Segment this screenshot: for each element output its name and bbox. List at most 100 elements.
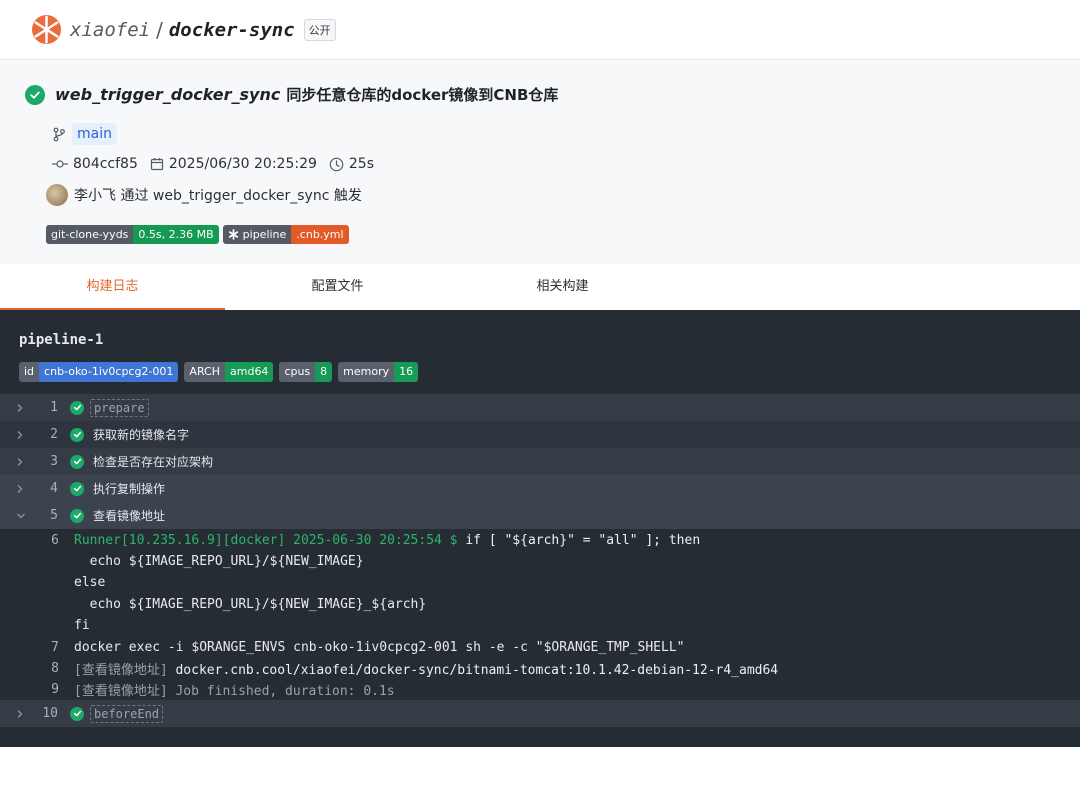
env-chip-id: id cnb-oko-1iv0cpcg2-001 (19, 362, 179, 382)
log-step-copy[interactable]: 4 执行复制操作 (0, 475, 1080, 502)
log-text: docker.cnb.cool/xiaofei/docker-sync/bitn… (175, 663, 779, 678)
datetime-meta: 2025/06/30 20:25:29 (150, 156, 317, 172)
step-name: 查看镜像地址 (93, 509, 166, 523)
build-duration: 25s (348, 156, 374, 172)
chevron-down-icon[interactable] (16, 512, 34, 520)
log-text: fi (74, 618, 90, 633)
line-number: 6 (51, 533, 59, 548)
step-name: beforeEnd (90, 704, 164, 723)
repo-header: xiaofei / docker-sync 公开 (0, 0, 1080, 60)
badge-key-text: pipeline (242, 228, 287, 241)
log-line: echo ${IMAGE_REPO_URL}/${NEW_IMAGE}_${ar… (0, 594, 1080, 615)
build-datetime: 2025/06/30 20:25:29 (168, 156, 317, 172)
step-number: 10 (42, 706, 58, 721)
success-check-icon (70, 400, 84, 415)
log-text: Job finished, duration: 0.1s (175, 684, 395, 699)
env-value: 16 (394, 362, 419, 382)
commit-meta: 804ccf85 (52, 156, 138, 172)
success-check-icon (70, 706, 84, 721)
log-text: if [ "${arch}" = "all" ]; then (465, 533, 701, 548)
build-info-panel: web_trigger_docker_sync 同步任意仓库的docker镜像到… (0, 60, 1080, 264)
step-number: 5 (50, 508, 58, 523)
line-number: 9 (51, 682, 59, 697)
tab-build-log[interactable]: 构建日志 (0, 264, 225, 310)
log-step-before-end[interactable]: 10 beforeEnd (0, 700, 1080, 727)
log-line: 9 [查看镜像地址] Job finished, duration: 0.1s (0, 679, 1080, 700)
log-text: echo ${IMAGE_REPO_URL}/${NEW_IMAGE} (74, 554, 364, 569)
success-check-icon (70, 427, 84, 442)
step-number: 1 (50, 400, 58, 415)
tab-related-builds[interactable]: 相关构建 (450, 264, 675, 310)
log-step-prefix: [查看镜像地址] (74, 663, 176, 678)
line-number: 8 (51, 661, 59, 676)
line-number: 7 (51, 640, 59, 655)
log-line: echo ${IMAGE_REPO_URL}/${NEW_IMAGE} (0, 551, 1080, 572)
log-step-prepare[interactable]: 1 prepare (0, 394, 1080, 421)
build-meta-row: 804ccf85 2025/06/30 20:25:29 25s (52, 156, 386, 172)
log-step-check-arch[interactable]: 3 检查是否存在对应架构 (0, 448, 1080, 475)
repo-path-separator: / (156, 17, 163, 42)
pipeline-description: 同步任意仓库的docker镜像到CNB仓库 (286, 86, 559, 104)
log-step-prefix: [查看镜像地址] (74, 684, 176, 699)
success-check-icon (70, 481, 84, 496)
chevron-right-icon[interactable] (16, 457, 34, 467)
git-clone-badge[interactable]: git-clone-yyds 0.5s, 2.36 MB (46, 225, 219, 244)
env-value: 8 (315, 362, 333, 382)
env-key: memory (338, 362, 395, 382)
user-avatar[interactable] (46, 184, 68, 206)
cnb-logo-icon[interactable] (31, 14, 62, 45)
step-name: 获取新的镜像名字 (93, 428, 190, 442)
step-number: 2 (50, 427, 58, 442)
log-text: echo ${IMAGE_REPO_URL}/${NEW_IMAGE}_${ar… (74, 597, 427, 612)
cnb-logo-icon (228, 229, 238, 240)
success-check-icon (25, 84, 45, 105)
success-check-icon (70, 454, 84, 469)
pipeline-config-badge[interactable]: pipeline .cnb.yml (222, 225, 349, 244)
chevron-right-icon[interactable] (16, 709, 34, 719)
runner-prefix: Runner[10.235.16.9][docker] 2025-06-30 2… (74, 533, 466, 548)
env-chip-memory: memory 16 (338, 362, 419, 382)
log-text: else (74, 575, 106, 590)
env-value: cnb-oko-1iv0cpcg2-001 (39, 362, 179, 382)
repo-owner-link[interactable]: xiaofei (70, 19, 150, 41)
repo-name-link[interactable]: docker-sync (169, 19, 295, 41)
step-number: 4 (50, 481, 58, 496)
duration-meta: 25s (329, 156, 374, 172)
build-tabs: 构建日志 配置文件 相关构建 (0, 264, 1080, 310)
env-chip-cpus: cpus 8 (279, 362, 333, 382)
log-line: fi (0, 615, 1080, 636)
branch-link[interactable]: main (72, 123, 117, 145)
log-step-get-image-name[interactable]: 2 获取新的镜像名字 (0, 421, 1080, 448)
step-name: prepare (90, 398, 149, 417)
trigger-row: 李小飞 通过 web_trigger_docker_sync 触发 (46, 184, 362, 206)
env-key: ARCH (184, 362, 225, 382)
commit-sha-link[interactable]: 804ccf85 (73, 156, 138, 172)
pipeline-title: pipeline-1 (19, 332, 104, 348)
chevron-right-icon[interactable] (16, 484, 34, 494)
trigger-text: 李小飞 通过 web_trigger_docker_sync 触发 (74, 188, 362, 204)
build-title-row: web_trigger_docker_sync 同步任意仓库的docker镜像到… (25, 84, 558, 105)
clock-icon (329, 157, 344, 171)
log-line: else (0, 572, 1080, 593)
build-log-panel: pipeline-1 id cnb-oko-1iv0cpcg2-001 ARCH… (0, 310, 1080, 747)
badge-key: pipeline (222, 225, 292, 244)
log-step-view-image-address[interactable]: 5 查看镜像地址 (0, 502, 1080, 529)
pipeline-name: web_trigger_docker_sync (55, 85, 281, 104)
badge-value: .cnb.yml (291, 225, 349, 244)
env-key: id (19, 362, 40, 382)
badge-value: 0.5s, 2.36 MB (133, 225, 219, 244)
git-branch-icon (53, 127, 65, 141)
log-text: docker exec -i $ORANGE_ENVS cnb-oko-1iv0… (74, 640, 685, 655)
build-badges: git-clone-yyds 0.5s, 2.36 MB pipeline .c… (46, 225, 353, 244)
step-name: 检查是否存在对应架构 (93, 455, 214, 469)
env-key: cpus (279, 362, 316, 382)
success-check-icon (70, 508, 84, 523)
env-value: amd64 (225, 362, 274, 382)
badge-key: git-clone-yyds (46, 225, 134, 244)
runner-env-row: id cnb-oko-1iv0cpcg2-001 ARCH amd64 cpus… (19, 362, 424, 382)
tab-config-file[interactable]: 配置文件 (225, 264, 450, 310)
chevron-right-icon[interactable] (16, 430, 34, 440)
step-name: 执行复制操作 (93, 482, 166, 496)
chevron-right-icon[interactable] (16, 403, 34, 413)
log-line: 8 [查看镜像地址] docker.cnb.cool/xiaofei/docke… (0, 658, 1080, 679)
